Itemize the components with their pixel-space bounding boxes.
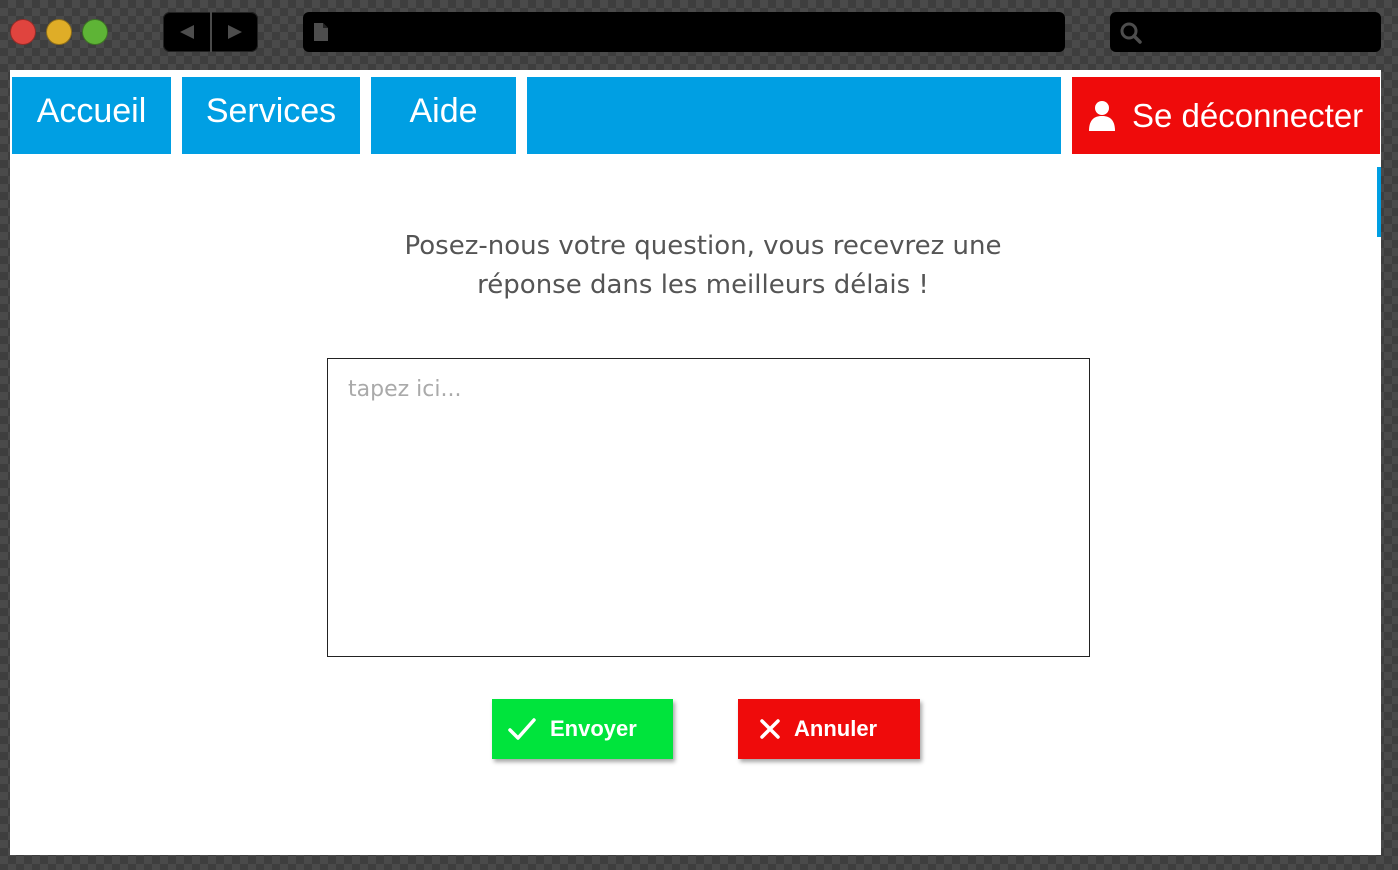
back-arrow-icon: [179, 25, 194, 39]
forward-arrow-icon: [228, 25, 242, 39]
question-prompt: Posez-nous votre question, vous recevrez…: [340, 227, 1066, 305]
forward-button[interactable]: [212, 12, 258, 52]
prompt-line-1: Posez-nous votre question, vous recevrez…: [404, 231, 1002, 261]
send-label: Envoyer: [550, 716, 637, 741]
history-nav-buttons: [163, 12, 258, 52]
scroll-indicator: [1377, 167, 1381, 237]
search-icon: [1120, 22, 1142, 44]
nav-tab-label: Accueil: [36, 92, 147, 130]
user-icon: [1089, 100, 1115, 131]
window-maximize-button[interactable]: [82, 19, 108, 45]
nav-tab-label: Services: [205, 92, 337, 130]
nav-bar-filler: [527, 77, 1061, 154]
prompt-line-2: réponse dans les meilleurs délais !: [477, 270, 929, 300]
cancel-button[interactable]: Annuler: [738, 699, 920, 759]
window-close-button[interactable]: [10, 19, 36, 45]
nav-tab-services[interactable]: Services: [182, 77, 360, 154]
logout-button[interactable]: Se déconnecter: [1072, 77, 1380, 154]
check-icon: [508, 718, 536, 740]
page-icon: [314, 23, 328, 41]
question-field-container: [327, 358, 1090, 657]
logout-label: Se déconnecter: [1132, 96, 1364, 134]
nav-tab-accueil[interactable]: Accueil: [12, 77, 171, 154]
question-textarea[interactable]: [328, 359, 1089, 656]
close-icon: [760, 719, 780, 739]
browser-search-bar[interactable]: [1110, 12, 1381, 52]
window-minimize-button[interactable]: [46, 19, 72, 45]
back-button[interactable]: [163, 12, 210, 52]
send-button[interactable]: Envoyer: [492, 699, 673, 759]
nav-tab-aide[interactable]: Aide: [371, 77, 516, 154]
cancel-label: Annuler: [794, 716, 878, 741]
nav-tab-label: Aide: [409, 92, 478, 130]
address-bar[interactable]: [303, 12, 1065, 52]
